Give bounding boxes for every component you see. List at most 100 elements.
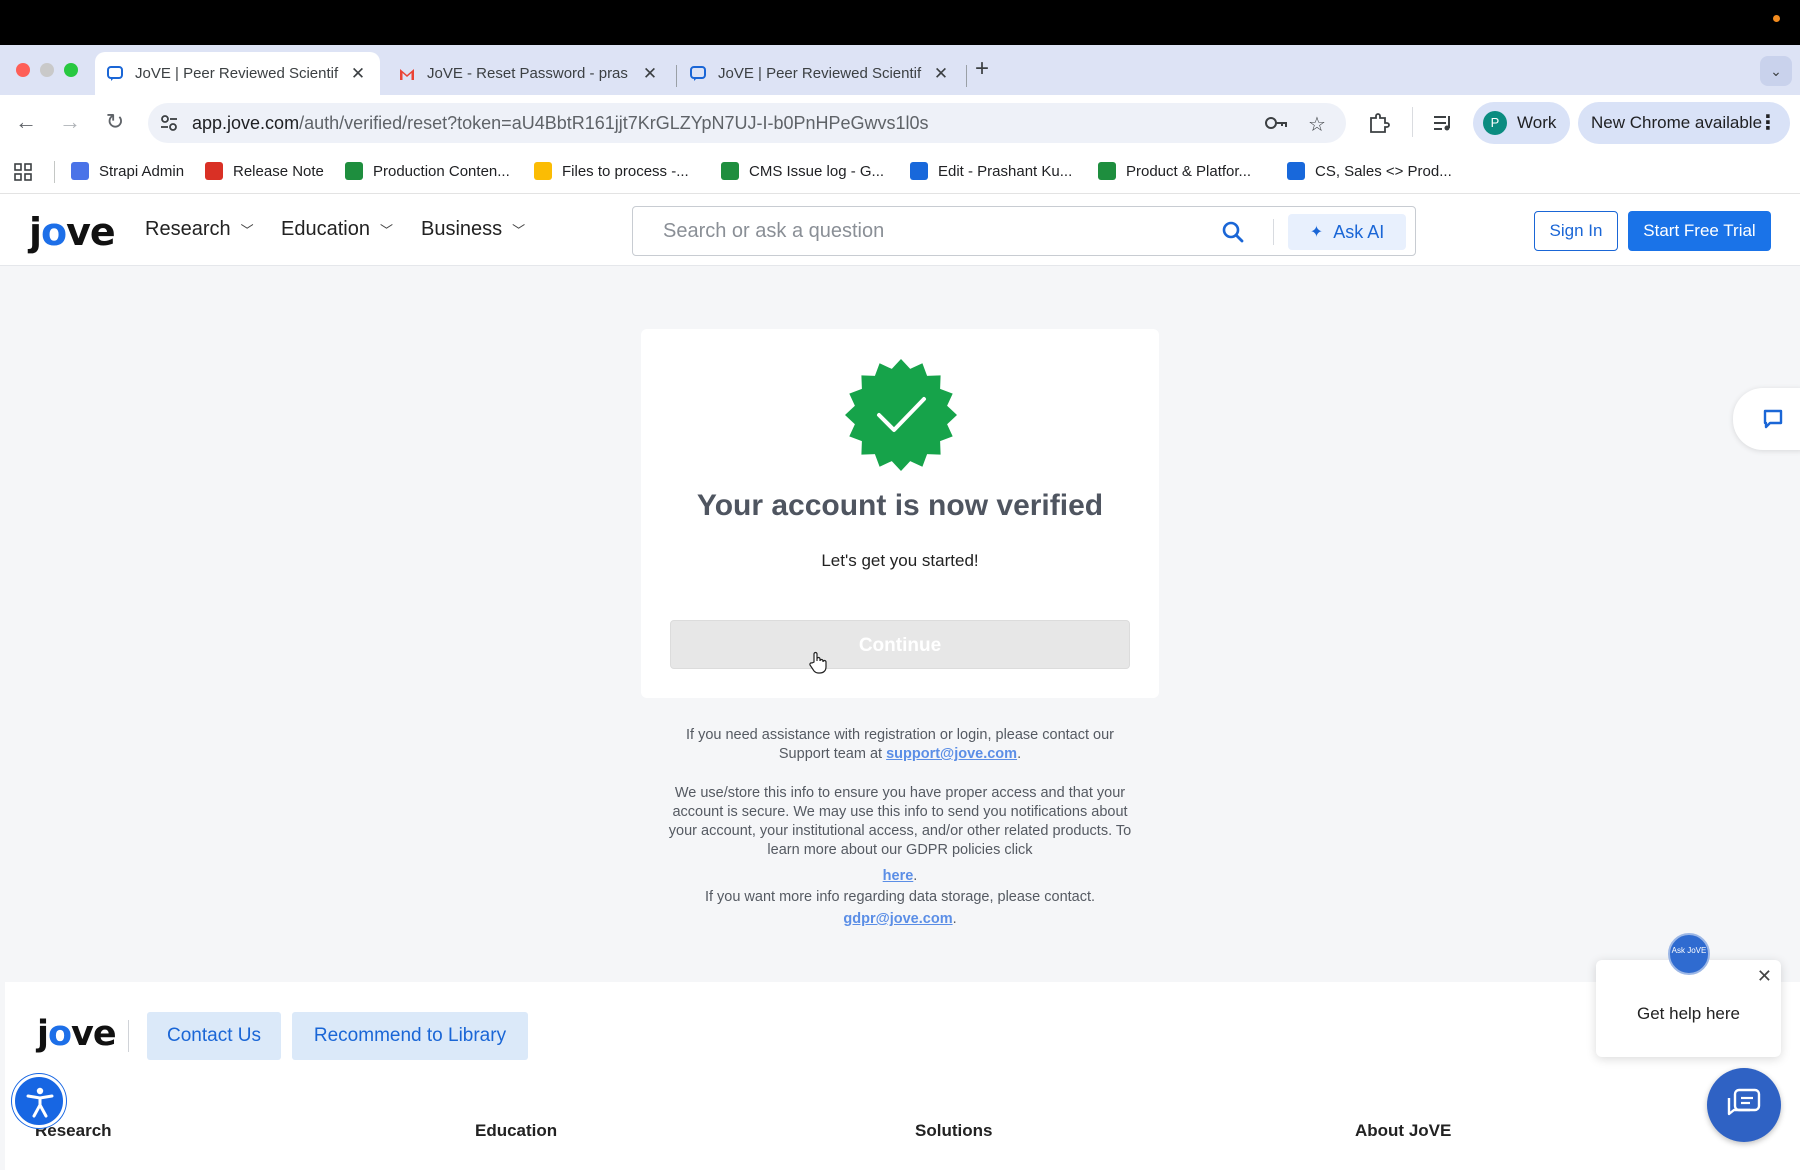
reload-icon[interactable]: ↻ <box>98 105 132 139</box>
recording-indicator <box>1773 15 1780 22</box>
search-icon[interactable] <box>1221 220 1245 244</box>
help-text[interactable]: Get help here <box>1596 1004 1781 1024</box>
strapi-icon <box>71 162 89 180</box>
apps-grid-icon[interactable] <box>14 163 32 181</box>
browser-tab-strip: JoVE | Peer Reviewed Scientif ✕ JoVE - R… <box>0 45 1800 95</box>
search-input[interactable] <box>663 220 1183 243</box>
browser-tab-2[interactable]: JoVE - Reset Password - pras ✕ <box>387 52 672 95</box>
site-footer: jove Contact Us Recommend to Library Res… <box>5 982 1800 1170</box>
feedback-side-tab[interactable] <box>1733 388 1800 450</box>
nav-research[interactable]: Research ﹀ <box>145 218 254 241</box>
password-key-icon[interactable] <box>1264 114 1288 132</box>
nav-education[interactable]: Education ﹀ <box>281 218 393 241</box>
support-info: If you need assistance with registration… <box>686 727 1114 762</box>
bookmark-item[interactable]: Edit - Prashant Ku... <box>910 162 1072 180</box>
bookmark-star-icon[interactable]: ☆ <box>1308 112 1326 137</box>
tab-title: JoVE | Peer Reviewed Scientif <box>135 65 339 82</box>
os-menu-bar <box>0 0 1800 45</box>
bookmark-item[interactable]: Product & Platfor... <box>1098 162 1251 180</box>
ask-ai-button[interactable]: ✦ Ask AI <box>1288 214 1406 250</box>
bookmark-label: Strapi Admin <box>99 162 185 180</box>
jove-favicon-icon <box>107 65 123 81</box>
verified-badge-icon <box>845 359 957 471</box>
address-bar[interactable]: app.jove.com/auth/verified/reset?token=a… <box>148 103 1346 143</box>
media-control-icon[interactable] <box>1432 112 1454 134</box>
gmail-icon <box>205 162 223 180</box>
storage-info: If you want more info regarding data sto… <box>704 889 1096 905</box>
tab-search-chevron-icon[interactable]: ⌄ <box>1760 56 1792 86</box>
bookmark-label: Production Conten... <box>373 162 510 180</box>
site-search-box: ✦Ask AI <box>632 206 1416 256</box>
site-settings-icon[interactable] <box>158 112 180 134</box>
accessibility-button[interactable] <box>12 1074 66 1128</box>
browser-tab-1[interactable]: JoVE | Peer Reviewed Scientif ✕ <box>95 52 380 95</box>
bookmark-item[interactable]: CS, Sales <> Prod... <box>1287 162 1452 180</box>
close-icon[interactable]: ✕ <box>1757 966 1772 987</box>
jove-favicon-icon <box>690 65 706 81</box>
window-minimize-button[interactable] <box>40 63 54 77</box>
tab-close-icon[interactable]: ✕ <box>348 64 368 84</box>
bookmark-label: Files to process -... <box>562 162 689 180</box>
window-zoom-button[interactable] <box>64 63 78 77</box>
recommend-to-library-button[interactable]: Recommend to Library <box>292 1012 528 1060</box>
site-header: jove Research﹀ Education﹀ Business﹀ ✦Ask… <box>0 194 1800 266</box>
bookmark-divider <box>54 161 55 183</box>
bookmark-item[interactable]: Production Conten... <box>345 162 510 180</box>
bookmark-item[interactable]: CMS Issue log - G... <box>721 162 884 180</box>
page-title: Your account is now verified <box>696 489 1104 522</box>
forward-arrow-icon[interactable]: → <box>53 105 87 139</box>
extensions-puzzle-icon[interactable] <box>1368 112 1390 134</box>
tab-close-icon[interactable]: ✕ <box>640 64 660 84</box>
bookmark-label: CMS Issue log - G... <box>749 162 885 180</box>
bookmarks-bar: Strapi Admin Release Note Production Conte… <box>0 151 1800 194</box>
accessibility-person-icon <box>26 1087 54 1118</box>
bookmark-item[interactable]: Strapi Admin <box>71 162 184 180</box>
verification-card: Your account is now verified Let's get y… <box>641 329 1159 698</box>
browser-toolbar: ← → ↻ app.jove.com/auth/verified/reset?t… <box>0 95 1800 151</box>
tab-separator <box>676 65 677 87</box>
continue-button[interactable]: Continue <box>670 620 1130 669</box>
search-divider <box>1273 219 1274 245</box>
gdpr-here-link[interactable]: here <box>883 868 914 884</box>
new-tab-button[interactable]: + <box>975 55 989 83</box>
footer-divider <box>128 1020 129 1052</box>
footer-jove-logo[interactable]: jove <box>37 1014 117 1054</box>
gdpr-email-line: gdpr@jove.com. <box>843 911 957 927</box>
nav-business[interactable]: Business ﹀ <box>421 218 525 241</box>
window-close-button[interactable] <box>16 63 30 77</box>
gdpr-email-link[interactable]: gdpr@jove.com <box>843 911 952 927</box>
bookmark-item[interactable]: Release Note <box>205 162 324 180</box>
chat-bubble-icon <box>1763 409 1783 429</box>
drive-icon <box>534 162 552 180</box>
card-subtitle: Let's get you started! <box>821 551 979 570</box>
sheets-icon <box>1098 162 1116 180</box>
tab-title: JoVE | Peer Reviewed Scientif <box>718 65 922 82</box>
profile-button[interactable]: P Work <box>1473 102 1570 144</box>
tab-title: JoVE - Reset Password - pras <box>427 65 628 82</box>
back-arrow-icon[interactable]: ← <box>9 105 43 139</box>
footer-col-education: Education <box>475 1121 558 1140</box>
tab-separator <box>966 65 967 87</box>
bookmark-item[interactable]: Files to process -... <box>534 162 689 180</box>
bookmark-label: Edit - Prashant Ku... <box>938 162 1073 180</box>
footer-col-solutions: Solutions <box>915 1121 993 1140</box>
hand-cursor-icon <box>809 651 827 674</box>
start-free-trial-button[interactable]: Start Free Trial <box>1628 211 1771 251</box>
contact-us-button[interactable]: Contact Us <box>147 1012 281 1060</box>
chat-widget-button[interactable] <box>1707 1068 1781 1142</box>
chevron-down-icon: ﹀ <box>240 223 254 238</box>
jove-logo[interactable]: jove <box>29 210 116 254</box>
update-label: New Chrome available <box>1591 113 1763 132</box>
chrome-update-button[interactable]: New Chrome available ⋮ <box>1578 102 1790 144</box>
ask-jove-badge: Ask JoVE <box>1668 933 1710 975</box>
kebab-menu-icon[interactable]: ⋮ <box>1758 110 1778 135</box>
profile-label: Work <box>1517 113 1557 132</box>
sign-in-button[interactable]: Sign In <box>1534 211 1618 251</box>
bookmark-label: CS, Sales <> Prod... <box>1315 162 1452 180</box>
sheets-icon <box>345 162 363 180</box>
gdpr-info: We use/store this info to ensure you hav… <box>668 785 1132 858</box>
browser-tab-3[interactable]: JoVE | Peer Reviewed Scientif ✕ <box>678 52 963 95</box>
tab-close-icon[interactable]: ✕ <box>931 64 951 84</box>
gmail-icon <box>400 68 414 80</box>
support-email-link[interactable]: support@jove.com <box>886 746 1017 762</box>
